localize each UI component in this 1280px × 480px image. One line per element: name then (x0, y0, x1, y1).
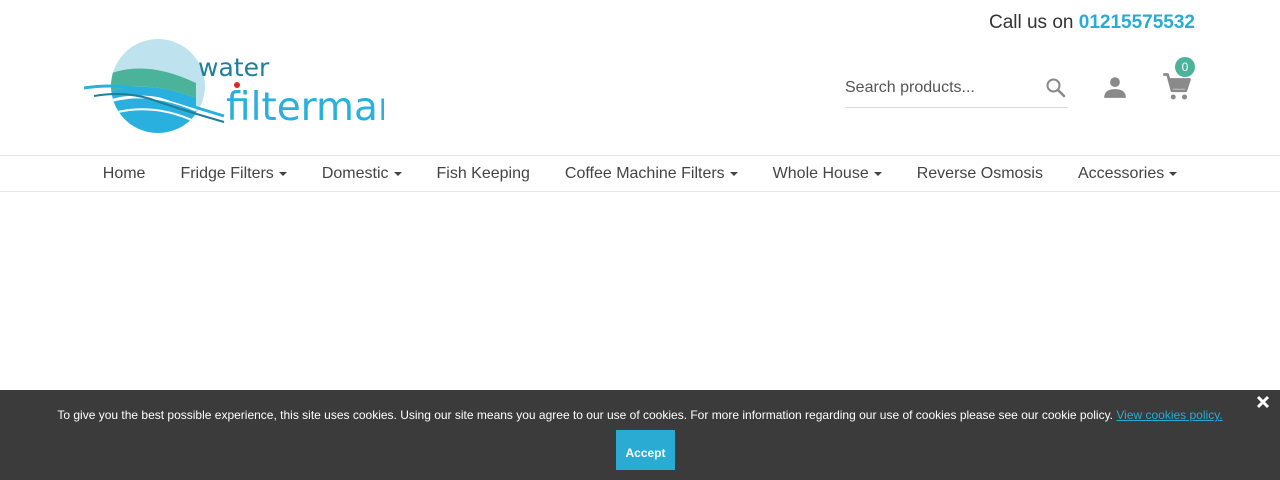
search-input[interactable] (845, 70, 1035, 106)
cookie-policy-link[interactable]: View cookies policy. (1116, 408, 1222, 422)
nav-item-domestic[interactable]: Domestic (304, 165, 419, 183)
logo-word-filterman: filterman (226, 85, 384, 130)
nav-item-reverse-osmosis[interactable]: Reverse Osmosis (899, 165, 1060, 183)
nav-item-coffee-machine-filters[interactable]: Coffee Machine Filters (547, 165, 755, 183)
accept-cookies-button[interactable]: Accept (616, 430, 675, 470)
search-icon[interactable] (1044, 76, 1068, 100)
user-icon[interactable] (1102, 74, 1128, 100)
phone-number-link[interactable]: 01215575532 (1079, 12, 1195, 33)
caret-down-icon (729, 171, 738, 176)
close-icon[interactable] (1256, 395, 1270, 409)
nav-item-home[interactable]: Home (85, 165, 163, 183)
cookie-banner: To give you the best possible experience… (0, 390, 1280, 480)
nav-item-fish-keeping[interactable]: Fish Keeping (419, 165, 547, 183)
search-bar (845, 70, 1068, 108)
water-filterman-logo[interactable]: water filterman (84, 38, 384, 138)
caret-down-icon (393, 171, 402, 176)
caret-down-icon (278, 171, 287, 176)
logo-word-water: water (198, 53, 270, 82)
call-us: Call us on 01215575532 (989, 12, 1195, 34)
caret-down-icon (873, 171, 882, 176)
site-header: water filterman Call us on 01215575532 0 (0, 0, 1280, 155)
cookie-message: To give you the best possible experience… (57, 408, 1223, 422)
call-label: Call us on (988, 12, 1074, 33)
main-nav: Home Fridge Filters Domestic Fish Keepin… (0, 155, 1280, 192)
caret-down-icon (1169, 171, 1178, 176)
nav-item-whole-house[interactable]: Whole House (755, 165, 899, 183)
nav-item-fridge-filters[interactable]: Fridge Filters (163, 165, 304, 183)
cart-count-badge: 0 (1175, 57, 1195, 77)
page: water filterman Call us on 01215575532 0 (0, 0, 1280, 480)
nav-item-accessories[interactable]: Accessories (1060, 165, 1194, 183)
